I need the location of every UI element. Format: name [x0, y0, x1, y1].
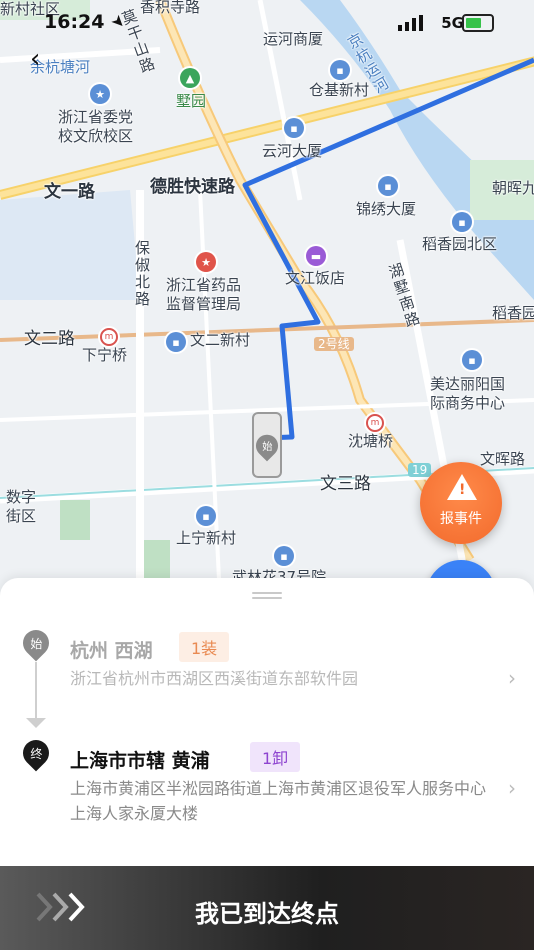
arrived-button-label: 我已到达终点 [195, 900, 339, 928]
map-label: 浙江省委党 校文欣校区 [58, 108, 134, 145]
metro-icon: m [100, 328, 118, 346]
hotel-poi-icon: ▬ [306, 246, 326, 266]
drag-handle[interactable] [252, 592, 282, 600]
location-arrow-icon: ➤ [107, 10, 131, 33]
map-label: 文二新村 [190, 331, 251, 349]
start-tag: 1装 [179, 632, 230, 662]
back-button[interactable]: ‹ [30, 44, 56, 74]
map-label: 保俶北路 [133, 240, 151, 308]
chevron-right-icon[interactable]: › [508, 776, 516, 800]
truck-marker: 始 [251, 412, 283, 478]
school-poi-icon: ★ [90, 84, 110, 104]
map-label: 文江饭店 [285, 269, 346, 287]
status-time: 16:24 [44, 11, 105, 33]
building-poi-icon: ▪ [330, 60, 350, 80]
end-address[interactable]: 上海市黄浦区半淞园路街道上海市黄浦区退役军人服务中心上海人家永厦大楼 [70, 776, 490, 826]
metro-icon: m [366, 414, 384, 432]
map-label: 德胜快速路 [150, 177, 235, 197]
warning-icon: ! [447, 474, 477, 500]
building-poi-icon: ▪ [274, 546, 294, 566]
gov-poi-icon: ★ [196, 252, 216, 272]
map-label: 云河大厦 [262, 142, 323, 160]
building-poi-icon: ▪ [462, 350, 482, 370]
map-label: 稻香园北区 [422, 235, 498, 253]
map-label: 下宁桥 [82, 346, 128, 364]
arrived-button[interactable]: 我已到达终点 [0, 866, 534, 950]
report-event-button[interactable]: ! 报事件 [420, 462, 502, 544]
truck-marker-label: 始 [261, 440, 273, 453]
map-label: 2号线 [314, 337, 354, 351]
building-poi-icon: ▪ [378, 176, 398, 196]
map-label: 文一路 [44, 182, 95, 202]
building-poi-icon: ▪ [166, 332, 186, 352]
map-label: 19 [408, 463, 432, 477]
building-poi-icon: ▪ [284, 118, 304, 138]
battery-icon [462, 14, 494, 32]
chevron-right-icon[interactable]: › [508, 666, 516, 690]
map-label: 文晖路 [480, 450, 526, 468]
start-city: 杭州 西湖 [70, 640, 153, 662]
map-label: 文三路 [320, 474, 371, 494]
map-label: 沈塘桥 [348, 432, 394, 450]
report-event-label: 报事件 [440, 511, 482, 527]
end-tag: 1卸 [250, 742, 301, 772]
park-poi-icon: ▲ [180, 68, 200, 88]
route-detail-sheet: 始 杭州 西湖 1装 浙江省杭州市西湖区西溪街道东部软件园 › 终 上海市市辖 … [0, 578, 534, 868]
map-label: 美达丽阳国 际商务中心 [430, 375, 506, 412]
map-label: 数字 街区 [6, 488, 37, 525]
map-label: 朝晖九 [492, 179, 534, 197]
map-label: 浙江省药品 监督管理局 [166, 276, 242, 313]
route-connector-line [35, 662, 37, 722]
status-bar: 16:24 ➤ 5G [0, 0, 534, 44]
map-label: 仓基新村 [309, 81, 370, 99]
map-label: 上宁新村 [176, 529, 237, 547]
end-city: 上海市市辖 黄浦 [70, 750, 210, 772]
network-type: 5G [441, 14, 464, 32]
down-arrow-icon [26, 718, 46, 728]
map-label: 墅园 [176, 92, 207, 110]
cellular-signal-icon [398, 15, 423, 31]
map-label: 稻香园 [492, 304, 534, 322]
building-poi-icon: ▪ [452, 212, 472, 232]
start-pin-icon: 始 [17, 624, 55, 666]
map-label: 锦绣大厦 [356, 200, 417, 218]
end-pin-icon: 终 [17, 734, 55, 776]
start-address[interactable]: 浙江省杭州市西湖区西溪街道东部软件园 [70, 666, 490, 691]
map-label: 文二路 [24, 329, 75, 349]
building-poi-icon: ▪ [196, 506, 216, 526]
